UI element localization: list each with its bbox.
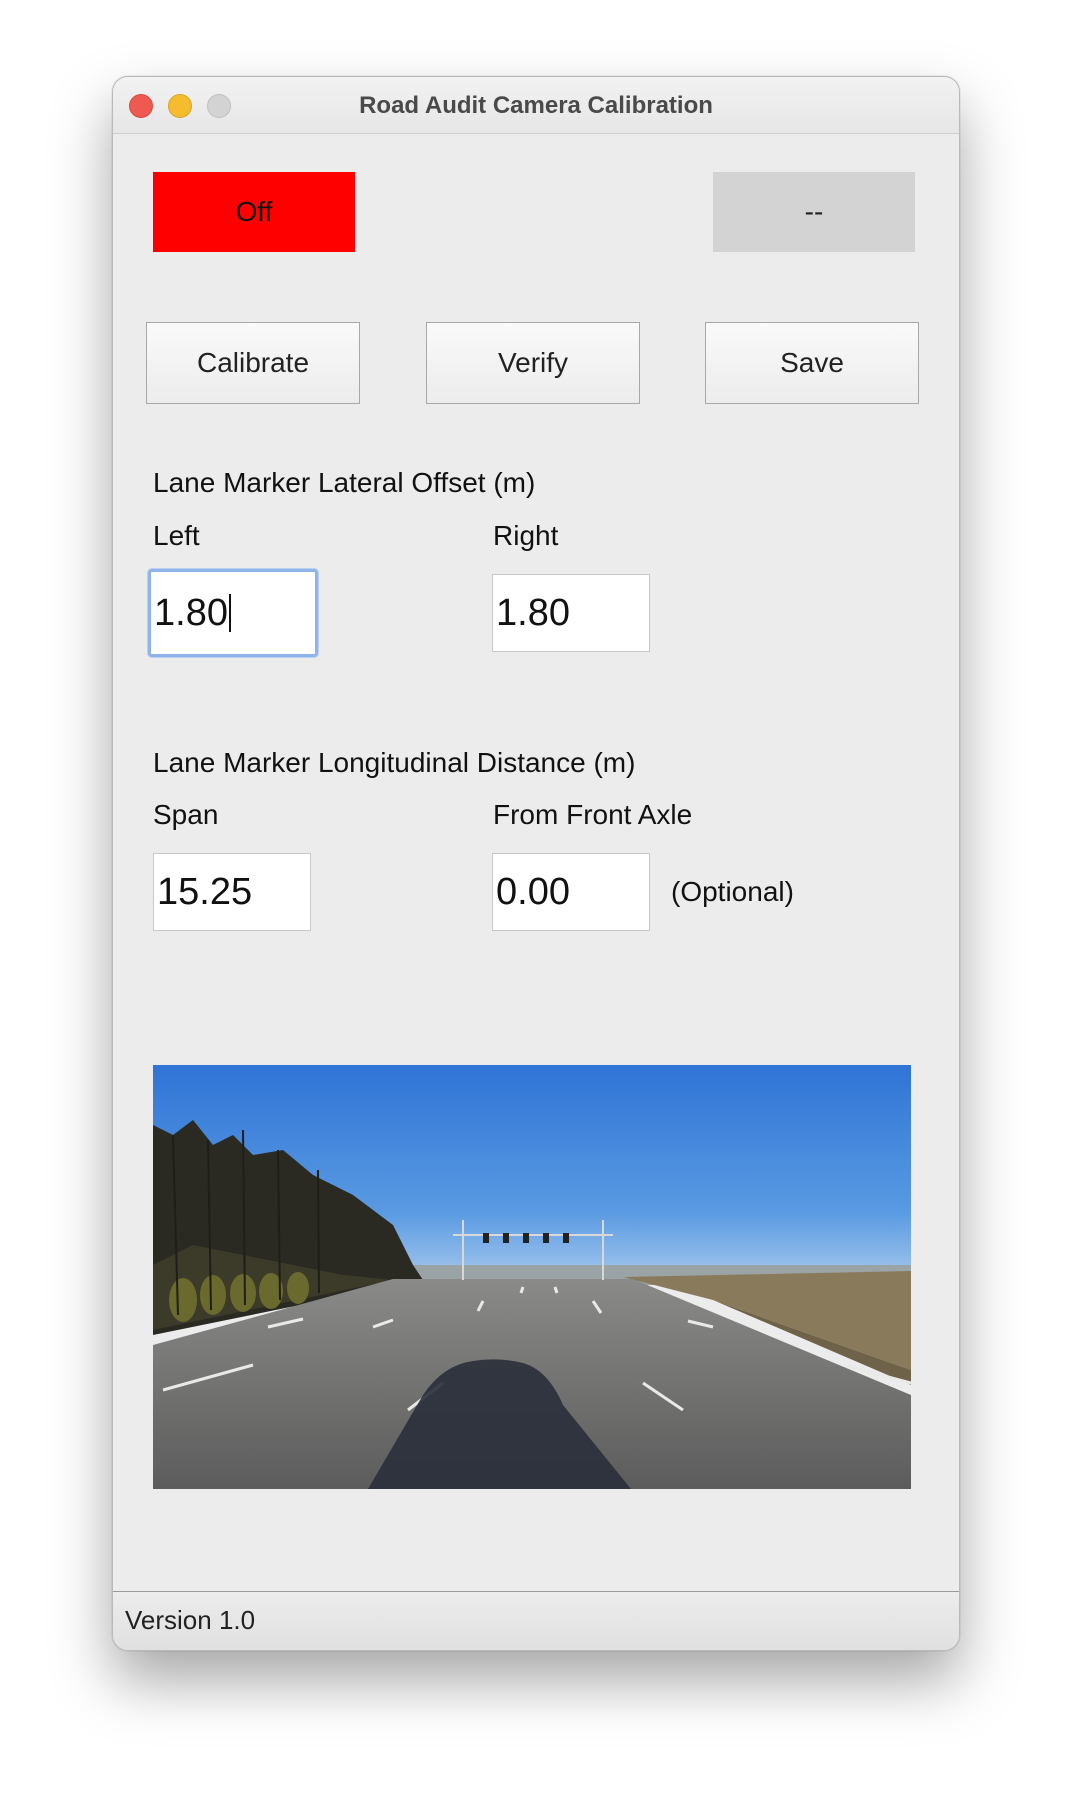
save-button[interactable]: Save bbox=[705, 322, 919, 404]
status-bar: Version 1.0 bbox=[113, 1591, 959, 1650]
text-caret bbox=[228, 594, 231, 632]
left-offset-input[interactable]: 1.80 bbox=[148, 569, 318, 657]
calibrate-button[interactable]: Calibrate bbox=[146, 322, 360, 404]
lateral-offset-heading: Lane Marker Lateral Offset (m) bbox=[153, 467, 536, 498]
left-offset-value: 1.80 bbox=[154, 591, 228, 634]
front-axle-label: From Front Axle bbox=[493, 799, 693, 830]
span-value: 15.25 bbox=[157, 870, 253, 913]
right-offset-value: 1.80 bbox=[496, 591, 570, 634]
front-axle-value: 0.00 bbox=[496, 870, 570, 913]
window-title: Road Audit Camera Calibration bbox=[359, 92, 713, 119]
longitudinal-distance-heading: Lane Marker Longitudinal Distance (m) bbox=[153, 747, 636, 778]
span-label: Span bbox=[153, 799, 219, 830]
optional-note: (Optional) bbox=[671, 876, 794, 907]
span-input[interactable]: 15.25 bbox=[153, 853, 311, 931]
right-offset-input[interactable]: 1.80 bbox=[492, 574, 650, 652]
verify-button[interactable]: Verify bbox=[426, 322, 640, 404]
front-axle-input[interactable]: 0.00 bbox=[492, 853, 650, 931]
app-window: Road Audit Camera Calibration Off -- Cal… bbox=[112, 76, 960, 1651]
status-indicator-secondary: -- bbox=[713, 172, 915, 252]
right-offset-label: Right bbox=[493, 520, 559, 551]
status-indicator-off: Off bbox=[153, 172, 355, 252]
version-label: Version 1.0 bbox=[125, 1605, 256, 1635]
road-scene-illustration bbox=[153, 1065, 911, 1489]
camera-preview-image bbox=[153, 1065, 911, 1489]
title-bar[interactable]: Road Audit Camera Calibration bbox=[113, 77, 959, 134]
left-offset-label: Left bbox=[153, 520, 200, 551]
